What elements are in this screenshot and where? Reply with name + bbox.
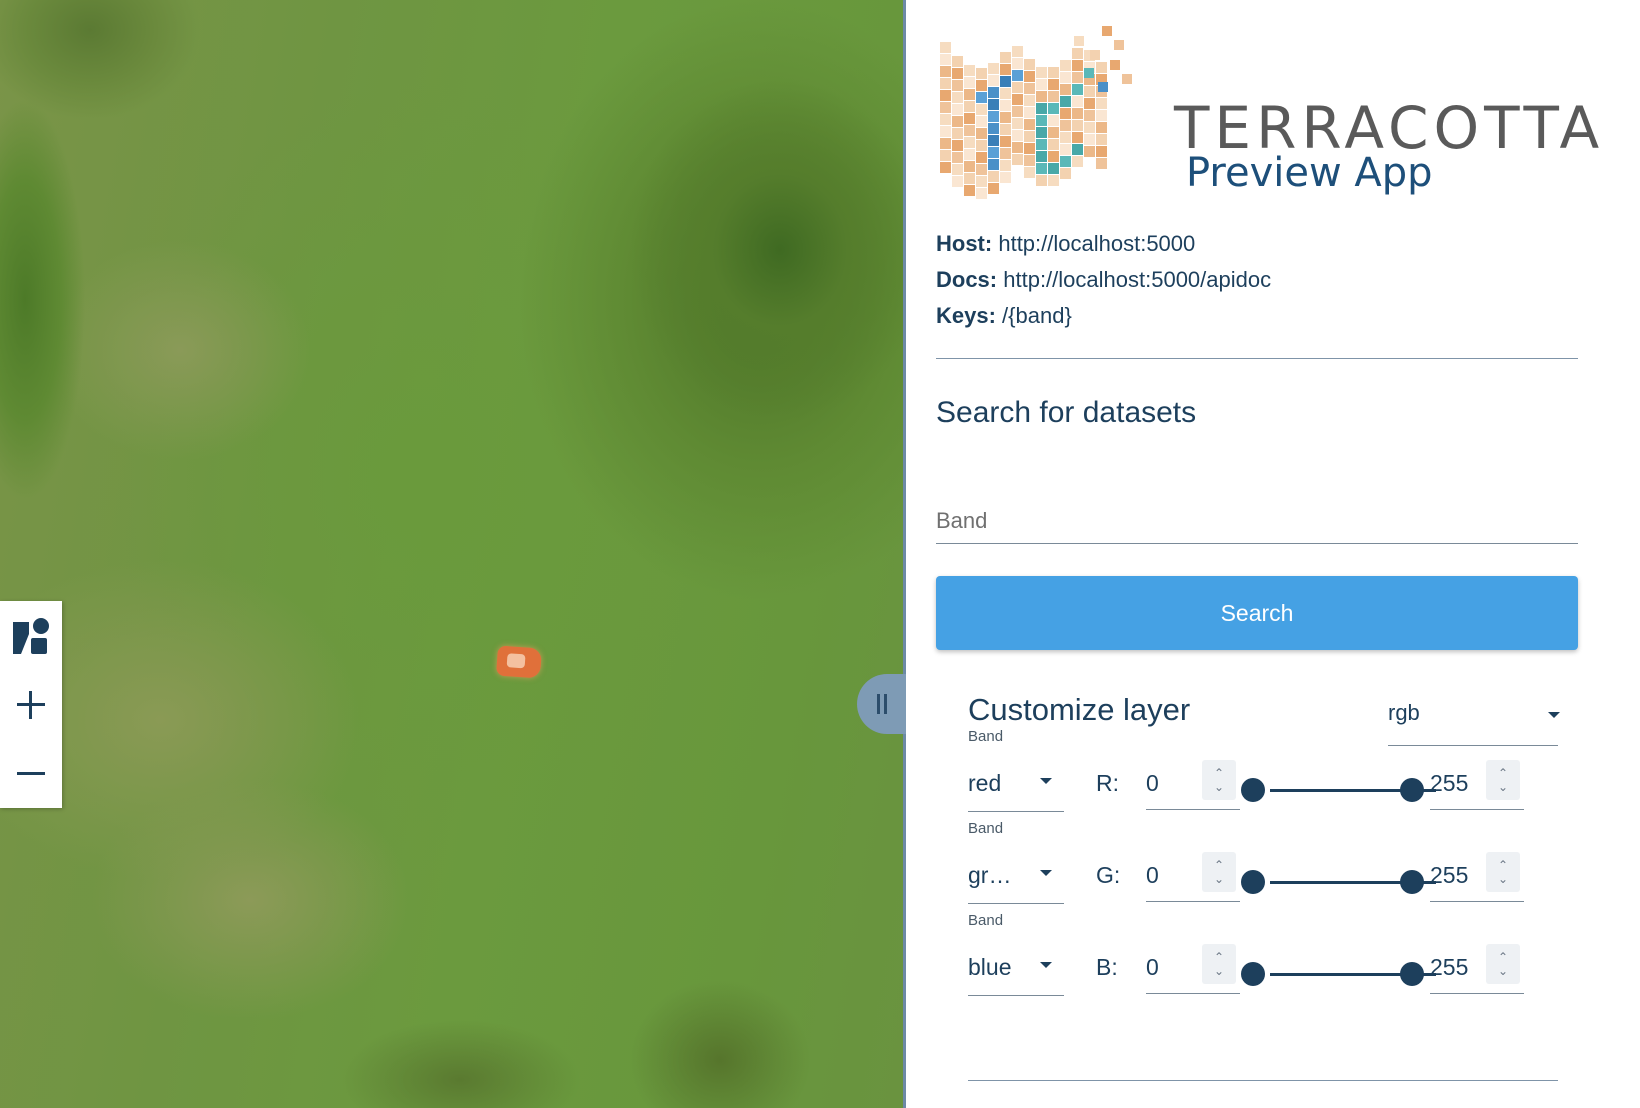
range-slider-min-thumb-g[interactable]: [1241, 870, 1265, 894]
band-label: Band: [968, 912, 1004, 929]
max-input-r[interactable]: 255 ⌃ ⌄: [1430, 758, 1524, 810]
section-divider: [936, 358, 1578, 359]
host-line: Host: http://localhost:5000: [936, 226, 1271, 262]
channel-label-g: G:: [1096, 862, 1121, 888]
band-select-value: gr…: [968, 862, 1012, 888]
keys-label: Keys:: [936, 303, 996, 328]
logo-subtitle: Preview App: [1186, 150, 1433, 196]
range-slider-max-thumb-g[interactable]: [1400, 870, 1424, 894]
grip-icon: [877, 694, 880, 714]
band-select-g[interactable]: gr…: [968, 846, 1064, 904]
max-input-g[interactable]: 255 ⌃ ⌄: [1430, 850, 1524, 902]
customize-layer-title: Customize layer: [968, 692, 1191, 727]
min-value: 0: [1146, 862, 1159, 888]
shapes-icon[interactable]: [0, 601, 62, 670]
channel-row-r: Band red R: 0 ⌃ ⌄ 255 ⌃ ⌄: [968, 728, 1568, 824]
chevron-down-icon: [1548, 712, 1560, 718]
range-slider-min-thumb-b[interactable]: [1241, 962, 1265, 986]
band-select-value: red: [968, 770, 1002, 796]
keys-line: Keys: /{band}: [936, 298, 1271, 334]
max-value: 255: [1430, 862, 1469, 888]
docs-line: Docs: http://localhost:5000/apidoc: [936, 262, 1271, 298]
stepper-icon[interactable]: ⌃ ⌄: [1202, 852, 1236, 892]
keys-value: /{band}: [1002, 303, 1072, 328]
channel-label-b: B:: [1096, 954, 1118, 980]
max-value: 255: [1430, 954, 1469, 980]
min-value: 0: [1146, 954, 1159, 980]
stepper-icon[interactable]: ⌃ ⌄: [1486, 852, 1520, 892]
max-input-b[interactable]: 255 ⌃ ⌄: [1430, 942, 1524, 994]
search-section-title: Search for datasets: [936, 396, 1197, 429]
range-slider-max-thumb-r[interactable]: [1400, 778, 1424, 802]
server-info: Host: http://localhost:5000 Docs: http:/…: [936, 226, 1271, 334]
channel-row-g: Band gr… G: 0 ⌃ ⌄ 255 ⌃ ⌄: [968, 820, 1568, 916]
zoom-out-icon[interactable]: [0, 739, 62, 808]
channel-row-b: Band blue B: 0 ⌃ ⌄ 255 ⌃ ⌄: [968, 912, 1568, 1008]
map-controls: [0, 601, 62, 808]
range-slider-max-thumb-b[interactable]: [1400, 962, 1424, 986]
min-input-b[interactable]: 0 ⌃ ⌄: [1146, 942, 1240, 994]
host-label: Host:: [936, 231, 993, 256]
min-input-r[interactable]: 0 ⌃ ⌄: [1146, 758, 1240, 810]
range-slider-min-thumb-r[interactable]: [1241, 778, 1265, 802]
docs-link[interactable]: http://localhost:5000/apidoc: [1003, 267, 1271, 292]
min-value: 0: [1146, 770, 1159, 796]
band-select-value: blue: [968, 954, 1012, 980]
map-feature-mower: [496, 645, 542, 679]
stepper-icon[interactable]: ⌃ ⌄: [1202, 760, 1236, 800]
band-label: Band: [968, 820, 1004, 837]
terracotta-logo: TERRACOTTA Preview App: [934, 22, 1599, 202]
map-view[interactable]: [0, 0, 943, 1108]
terracotta-logo-mark: [940, 26, 1132, 199]
sidebar: TERRACOTTA Preview App Host: http://loca…: [906, 0, 1640, 1108]
host-value: http://localhost:5000: [998, 231, 1196, 256]
chevron-down-icon: [1040, 778, 1052, 784]
docs-label: Docs:: [936, 267, 998, 292]
layer-mode-value: rgb: [1388, 700, 1420, 725]
grip-icon: [884, 694, 887, 714]
zoom-in-icon[interactable]: [0, 670, 62, 739]
stepper-icon[interactable]: ⌃ ⌄: [1202, 944, 1236, 984]
channel-label-r: R:: [1096, 770, 1119, 796]
min-input-g[interactable]: 0 ⌃ ⌄: [1146, 850, 1240, 902]
chevron-down-icon: [1040, 870, 1052, 876]
section-divider: [968, 1080, 1558, 1081]
band-select-b[interactable]: blue: [968, 938, 1064, 996]
band-label: Band: [968, 728, 1004, 745]
chevron-down-icon: [1040, 962, 1052, 968]
search-button[interactable]: Search: [936, 576, 1578, 650]
stepper-icon[interactable]: ⌃ ⌄: [1486, 944, 1520, 984]
band-search-input[interactable]: [936, 498, 1578, 544]
max-value: 255: [1430, 770, 1469, 796]
stepper-icon[interactable]: ⌃ ⌄: [1486, 760, 1520, 800]
band-select-r[interactable]: red: [968, 754, 1064, 812]
